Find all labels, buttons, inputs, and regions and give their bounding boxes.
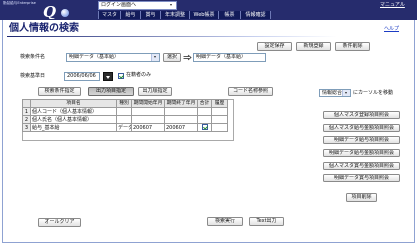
search-condition-label: 検索条件名 <box>20 54 46 60</box>
table-row[interactable]: 3 給与_基本給 データ 200607 200607 <box>22 123 228 132</box>
tab-search-conditions[interactable]: 検索条件指定 <box>38 87 81 96</box>
search-condition-select[interactable]: 明細データ（基本給） <box>66 53 160 62</box>
table-row[interactable]: 1 個人コード（個人基本情報） <box>22 107 228 116</box>
select-condition-button[interactable]: 選択 <box>163 53 181 62</box>
column-header-total: 合計 <box>197 99 212 108</box>
item-name-cell[interactable]: 個人コード（個人基本情報） <box>30 107 117 116</box>
search-condition-name-input[interactable]: 明細データ（基本給） <box>193 53 266 62</box>
logo-ball-icon <box>61 9 69 17</box>
run-search-button[interactable]: 検索実行 <box>207 217 243 226</box>
period-end-cell[interactable] <box>164 107 198 116</box>
total-cell <box>197 115 212 124</box>
menu-tab-web-report[interactable]: Web帳票 <box>190 11 219 19</box>
login-select-value: ログイン画面へ <box>101 2 137 8</box>
base-date-input[interactable]: 2006/06/06 <box>64 72 100 81</box>
period-start-cell[interactable] <box>131 115 165 124</box>
app-header: 勤怠給与Enterprise Q ログイン画面へ マスタ 給与 賞与 年末調整 … <box>0 0 417 20</box>
personal-master-salary-amount-lookup-button[interactable]: 個人マスタ給与金額項目照会 <box>323 124 400 132</box>
column-header-period-start: 期間開始年月 <box>131 99 165 108</box>
move-cursor-label: にカーソルを移動 <box>353 90 394 96</box>
manual-link[interactable]: マニュアル <box>380 2 405 9</box>
period-start-cell[interactable]: 200607 <box>131 123 165 132</box>
item-category-select[interactable]: 情報総合 <box>319 89 351 97</box>
personal-master-items-lookup-button[interactable]: 個人マスタ登録項目照会 <box>323 111 400 119</box>
base-date-label: 検索基準日 <box>20 73 46 79</box>
menu-tab-info[interactable]: 情報確認 <box>241 11 271 19</box>
column-header-history: 履歴 <box>211 99 228 108</box>
arrow-right-icon <box>183 54 192 61</box>
statement-salary-amount-lookup-button[interactable]: 明細データ給与金額項目照会 <box>323 149 400 157</box>
new-register-button[interactable]: 新規登録 <box>296 42 331 51</box>
row-number: 1 <box>22 107 31 116</box>
history-cell <box>211 123 228 132</box>
column-header-type: 種別 <box>116 99 132 108</box>
item-category-select-value: 情報総合 <box>322 90 343 96</box>
item-name-cell[interactable]: 給与_基本給 <box>30 123 117 132</box>
period-end-cell[interactable] <box>164 115 198 124</box>
menu-tab-master[interactable]: マスタ <box>99 11 121 19</box>
total-cell <box>197 107 212 116</box>
delete-condition-button[interactable]: 条件削除 <box>335 42 370 51</box>
tab-output-items[interactable]: 出力項目指定 <box>88 87 134 96</box>
main-menu-tabs: マスタ 給与 賞与 年末調整 Web帳票 帳票 情報確認 <box>98 11 271 19</box>
total-cell <box>197 123 212 132</box>
column-header-period-end: 期間終了年月 <box>164 99 198 108</box>
item-type-cell <box>116 107 132 116</box>
column-header-row-number <box>22 99 31 108</box>
logo-letter: Q <box>43 3 56 19</box>
item-name-cell[interactable]: 個人氏名（個人基本情報） <box>30 115 117 124</box>
column-header-item-name: 項目名 <box>30 99 117 108</box>
page-title: 個人情報の検索 <box>9 23 79 34</box>
menu-tab-report[interactable]: 帳票 <box>219 11 241 19</box>
output-items-table: 項目名 種別 期間開始年月 期間終了年月 合計 履歴 1 個人コード（個人基本情… <box>22 99 228 132</box>
active-only-label: 在籍者のみ <box>126 72 152 78</box>
menu-tab-salary[interactable]: 給与 <box>121 11 141 19</box>
date-picker-button[interactable] <box>103 72 113 81</box>
chevron-down-icon <box>168 2 176 9</box>
total-checkbox[interactable] <box>201 124 208 131</box>
chevron-down-icon <box>342 90 350 96</box>
row-number: 3 <box>22 123 31 132</box>
menu-tab-bonus[interactable]: 賞与 <box>141 11 161 19</box>
period-start-cell[interactable] <box>131 107 165 116</box>
tab-output-order[interactable]: 出力順指定 <box>138 87 172 96</box>
item-type-cell: データ <box>116 123 132 132</box>
help-link[interactable]: ヘルプ <box>384 26 399 33</box>
search-condition-select-value: 明細データ（基本給） <box>69 54 120 60</box>
active-only-checkbox[interactable] <box>118 73 124 79</box>
history-cell <box>211 107 228 116</box>
menu-tab-year-end[interactable]: 年末調整 <box>161 11 190 19</box>
row-number: 2 <box>22 115 31 124</box>
company-logo: Q <box>43 3 69 19</box>
all-clear-button[interactable]: オールクリア <box>38 218 81 227</box>
table-header-row: 項目名 種別 期間開始年月 期間終了年月 合計 履歴 <box>22 99 228 108</box>
period-end-cell[interactable]: 200607 <box>164 123 198 132</box>
text-export-button[interactable]: Text出力 <box>249 217 284 226</box>
save-settings-button[interactable]: 設定保存 <box>257 42 292 51</box>
chevron-down-icon <box>151 54 159 61</box>
title-divider <box>7 36 337 37</box>
product-name: 勤怠給与Enterprise <box>3 1 36 5</box>
code-name-lookup-button[interactable]: コード名称参照 <box>228 87 273 96</box>
personal-master-bonus-amount-lookup-button[interactable]: 個人マスタ賞与金額項目照会 <box>323 162 400 170</box>
item-type-cell <box>116 115 132 124</box>
login-screen-select[interactable]: ログイン画面へ <box>98 1 177 10</box>
statement-salary-items-lookup-button[interactable]: 明細データ給与項目照会 <box>323 136 400 144</box>
statement-bonus-items-lookup-button[interactable]: 明細データ賞与項目照会 <box>323 174 400 182</box>
table-row[interactable]: 2 個人氏名（個人基本情報） <box>22 115 228 124</box>
delete-item-button[interactable]: 項目削除 <box>346 193 377 202</box>
history-cell <box>211 115 228 124</box>
